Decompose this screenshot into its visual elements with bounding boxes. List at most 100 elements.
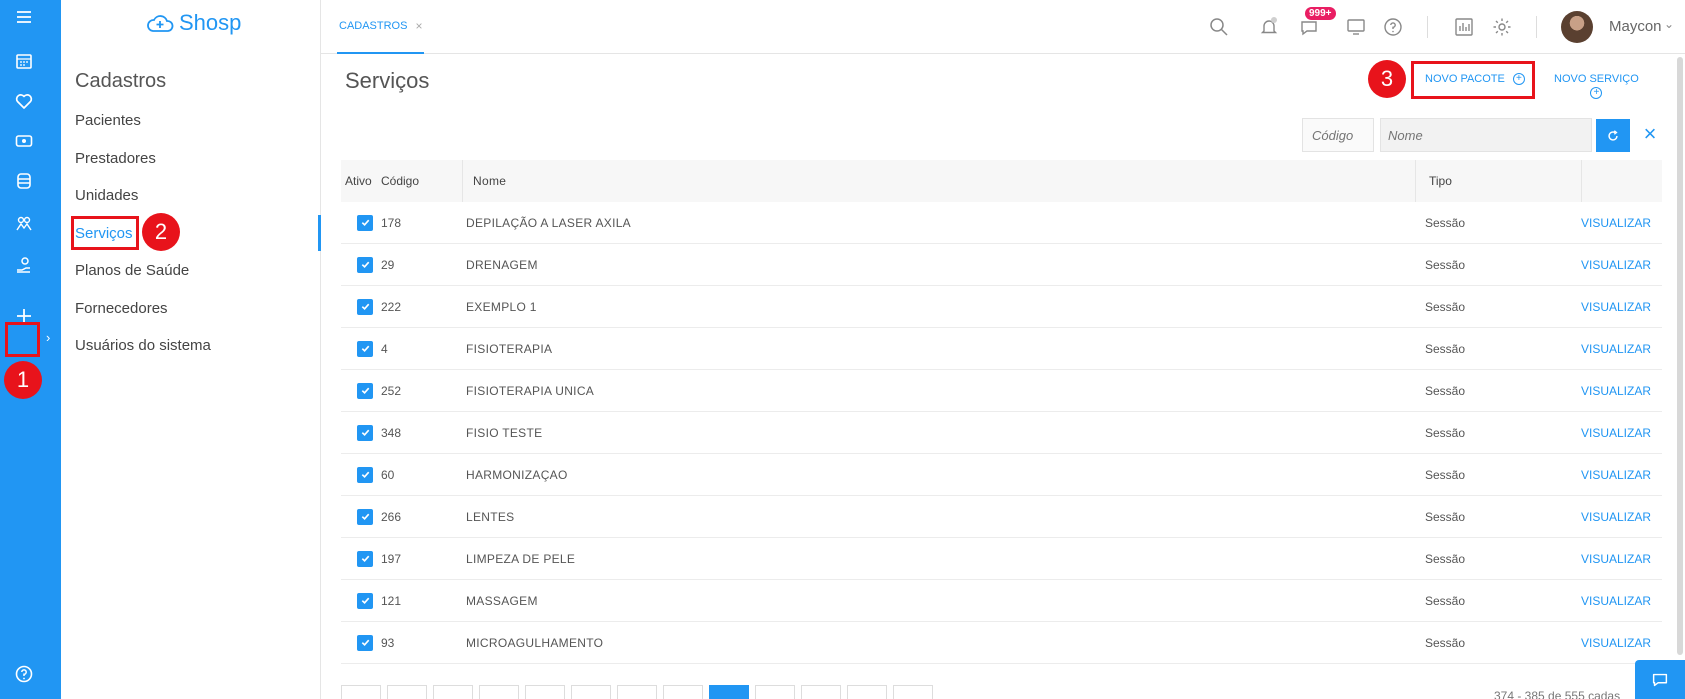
column-header-codigo[interactable]: Código — [381, 160, 419, 202]
heart-icon[interactable] — [0, 84, 48, 118]
menu-icon[interactable] — [0, 0, 48, 34]
view-link[interactable]: VISUALIZAR — [1581, 370, 1651, 411]
table-row[interactable]: 348 FISIO TESTE Sessão VISUALIZAR — [341, 412, 1662, 454]
table-row[interactable]: 4 FISIOTERAPIA Sessão VISUALIZAR — [341, 328, 1662, 370]
active-checkbox[interactable] — [345, 202, 373, 243]
table-row[interactable]: 266 LENTES Sessão VISUALIZAR — [341, 496, 1662, 538]
reports-chart-icon[interactable] — [1451, 14, 1477, 40]
page-button[interactable] — [755, 685, 795, 699]
active-checkbox[interactable] — [345, 328, 373, 369]
table-row[interactable]: 93 MICROAGULHAMENTO Sessão VISUALIZAR — [341, 622, 1662, 664]
avatar[interactable] — [1561, 11, 1593, 43]
chat-button[interactable] — [1635, 660, 1685, 699]
checkbox-checked-icon[interactable] — [357, 634, 373, 651]
sidebar-item-unidades[interactable]: Unidades — [75, 187, 138, 204]
hand-care-icon[interactable] — [0, 248, 48, 282]
table-row[interactable]: 121 MASSAGEM Sessão VISUALIZAR — [341, 580, 1662, 622]
page-button[interactable] — [801, 685, 841, 699]
bell-icon[interactable] — [1256, 14, 1282, 40]
page-button[interactable] — [663, 685, 703, 699]
active-checkbox[interactable] — [345, 580, 373, 621]
checkbox-checked-icon[interactable] — [357, 592, 373, 609]
checkbox-checked-icon[interactable] — [357, 424, 373, 441]
help-icon[interactable] — [0, 657, 48, 691]
active-checkbox[interactable] — [345, 286, 373, 327]
search-icon[interactable] — [1206, 14, 1232, 40]
code-filter-input[interactable] — [1302, 118, 1374, 152]
chevron-down-icon[interactable]: ⌄ — [1664, 17, 1674, 31]
step-marker-2: 2 — [142, 213, 180, 251]
checkbox-checked-icon[interactable] — [357, 298, 373, 315]
sidebar-item-prestadores[interactable]: Prestadores — [75, 150, 156, 167]
table-row[interactable]: 178 DEPILAÇÃO A LASER AXILA Sessão VISUALIZ… — [341, 202, 1662, 244]
page-button-current[interactable] — [709, 685, 749, 699]
table-row[interactable]: 29 DRENAGEM Sessão VISUALIZAR — [341, 244, 1662, 286]
active-checkbox[interactable] — [345, 412, 373, 453]
active-checkbox[interactable] — [345, 370, 373, 411]
column-header-ativo[interactable]: Ativo — [345, 160, 372, 202]
tab-cadastros[interactable]: CADASTROS × — [337, 0, 425, 54]
page-button[interactable] — [387, 685, 427, 699]
tab-close-icon[interactable]: × — [415, 19, 422, 33]
active-checkbox[interactable] — [345, 496, 373, 537]
checkbox-checked-icon[interactable] — [357, 340, 373, 357]
view-link[interactable]: VISUALIZAR — [1581, 244, 1651, 285]
page-button[interactable] — [525, 685, 565, 699]
table-row[interactable]: 60 HARMONIZAÇAO Sessão VISUALIZAR — [341, 454, 1662, 496]
sidebar-item-fornecedores[interactable]: Fornecedores — [75, 300, 168, 317]
sidebar-item-usuarios[interactable]: Usuários do sistema — [75, 337, 211, 354]
active-checkbox[interactable] — [345, 454, 373, 495]
table-row[interactable]: 222 EXEMPLO 1 Sessão VISUALIZAR — [341, 286, 1662, 328]
calendar-icon[interactable] — [0, 44, 48, 78]
page-button[interactable] — [847, 685, 887, 699]
table-row[interactable]: 197 LIMPEZA DE PELE Sessão VISUALIZAR — [341, 538, 1662, 580]
view-link[interactable]: VISUALIZAR — [1581, 538, 1651, 579]
view-link[interactable]: VISUALIZAR — [1581, 622, 1651, 663]
view-link[interactable]: VISUALIZAR — [1581, 496, 1651, 537]
monitor-icon[interactable] — [1343, 14, 1369, 40]
cell-nome: MICROAGULHAMENTO — [466, 635, 604, 650]
help-circle-icon[interactable] — [1380, 14, 1406, 40]
view-link[interactable]: VISUALIZAR — [1581, 412, 1651, 453]
view-link[interactable]: VISUALIZAR — [1581, 286, 1651, 327]
view-link[interactable]: VISUALIZAR — [1581, 202, 1651, 243]
column-header-tipo[interactable]: Tipo — [1429, 160, 1452, 202]
table-row[interactable]: 252 FISIOTERAPIA UNICA Sessão VISUALIZAR — [341, 370, 1662, 412]
active-checkbox[interactable] — [345, 244, 373, 285]
page-button[interactable] — [341, 685, 381, 699]
brand-logo[interactable]: Shosp — [145, 10, 241, 36]
checkbox-checked-icon[interactable] — [357, 550, 373, 567]
view-link[interactable]: VISUALIZAR — [1581, 328, 1651, 369]
checkbox-checked-icon[interactable] — [357, 508, 373, 525]
database-icon[interactable] — [0, 164, 48, 198]
clear-filter-icon[interactable]: × — [1638, 122, 1662, 148]
name-filter-input[interactable] — [1380, 118, 1592, 152]
page-button[interactable] — [571, 685, 611, 699]
view-link[interactable]: VISUALIZAR — [1581, 454, 1651, 495]
checkbox-checked-icon[interactable] — [357, 382, 373, 399]
page-button[interactable] — [479, 685, 519, 699]
checkbox-checked-icon[interactable] — [357, 466, 373, 483]
sidebar-item-pacientes[interactable]: Pacientes — [75, 112, 141, 129]
chevron-right-icon[interactable]: › — [46, 330, 50, 345]
page-button[interactable] — [433, 685, 473, 699]
checkbox-checked-icon[interactable] — [357, 256, 373, 273]
scrollbar[interactable] — [1677, 57, 1683, 655]
view-link[interactable]: VISUALIZAR — [1581, 580, 1651, 621]
refresh-button[interactable] — [1596, 119, 1630, 152]
checkbox-checked-icon[interactable] — [357, 214, 373, 231]
new-service-button[interactable]: NOVO SERVIÇO + — [1554, 73, 1639, 99]
column-header-nome[interactable]: Nome — [473, 160, 506, 202]
money-icon[interactable] — [0, 124, 48, 158]
group-icon[interactable] — [0, 207, 48, 241]
sidebar-item-planos[interactable]: Planos de Saúde — [75, 262, 189, 279]
user-name[interactable]: Maycon — [1609, 18, 1662, 35]
page-button[interactable] — [617, 685, 657, 699]
active-checkbox[interactable] — [345, 538, 373, 579]
page-button[interactable] — [893, 685, 933, 699]
gear-icon[interactable] — [1489, 14, 1515, 40]
highlight-box-2 — [71, 216, 139, 250]
toolbar-divider — [1536, 16, 1537, 38]
active-checkbox[interactable] — [345, 622, 373, 663]
cell-tipo: Sessão — [1425, 383, 1466, 398]
